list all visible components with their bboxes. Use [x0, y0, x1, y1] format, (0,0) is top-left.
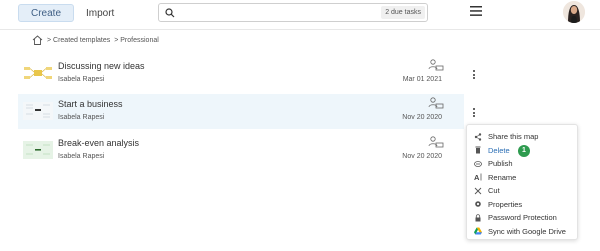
breadcrumb: > Created templates > Professional	[32, 34, 159, 46]
menu-item-label: Delete	[488, 145, 510, 155]
menu-item-label: Sync with Google Drive	[488, 226, 566, 236]
file-author: Isabela Rapesi	[58, 153, 105, 160]
menu-item-rename[interactable]: A Rename	[467, 171, 577, 185]
menu-item-label: Cut	[488, 186, 500, 196]
file-date: Nov 20 2020	[402, 114, 442, 121]
cut-icon	[474, 187, 482, 195]
import-button[interactable]: Import	[86, 4, 114, 22]
trash-icon	[474, 146, 482, 154]
share-icon	[474, 133, 482, 141]
publish-icon	[474, 160, 482, 168]
menu-item-label: Share this map	[488, 132, 539, 142]
menu-item-share[interactable]: Share this map	[467, 130, 577, 144]
menu-item-cut[interactable]: Cut	[467, 184, 577, 198]
menu-item-label: Publish	[488, 159, 513, 169]
file-row[interactable]: Break-even analysis Isabela Rapesi Nov 2…	[18, 133, 464, 168]
google-drive-icon	[474, 227, 482, 235]
file-date: Nov 20 2020	[402, 153, 442, 160]
breadcrumb-professional[interactable]: > Professional	[114, 37, 159, 44]
shared-users-icon	[428, 97, 444, 109]
search-input[interactable]: 2 due tasks	[158, 3, 428, 22]
file-options-kebab-icon[interactable]	[471, 108, 477, 120]
gear-icon	[474, 200, 482, 208]
menu-item-label: Password Protection	[488, 213, 557, 223]
menu-item-properties[interactable]: Properties	[467, 198, 577, 212]
rename-icon: A	[474, 173, 482, 181]
shared-users-icon	[428, 59, 444, 71]
due-tasks-badge[interactable]: 2 due tasks	[381, 6, 425, 19]
menu-item-password-protection[interactable]: Password Protection	[467, 211, 577, 225]
menu-item-label: Properties	[488, 199, 523, 209]
hamburger-menu-icon[interactable]	[470, 6, 482, 16]
shared-users-icon	[428, 136, 444, 148]
file-author: Isabela Rapesi	[58, 76, 105, 83]
map-thumbnail-icon	[24, 67, 52, 79]
file-context-menu: Share this map Delete 1 Publish A Rename…	[466, 124, 578, 240]
file-title[interactable]: Discussing new ideas	[58, 61, 145, 71]
file-row[interactable]: Discussing new ideas Isabela Rapesi Mar …	[18, 56, 464, 91]
search-icon	[165, 8, 175, 18]
user-avatar[interactable]	[563, 1, 585, 23]
home-icon[interactable]	[32, 35, 43, 45]
menu-item-delete[interactable]: Delete 1	[467, 144, 577, 158]
file-title[interactable]: Break-even analysis	[58, 138, 139, 148]
create-button[interactable]: Create	[18, 4, 74, 22]
menu-item-label: Rename	[488, 172, 517, 182]
file-row-selected[interactable]: Start a business Isabela Rapesi Nov 20 2…	[18, 94, 464, 129]
file-options-kebab-icon[interactable]	[471, 70, 477, 82]
file-title[interactable]: Start a business	[58, 99, 123, 109]
svg-text:A: A	[474, 173, 480, 181]
menu-item-publish[interactable]: Publish	[467, 157, 577, 171]
menu-item-sync-google-drive[interactable]: Sync with Google Drive	[467, 225, 577, 239]
file-author: Isabela Rapesi	[58, 114, 105, 121]
header-divider	[0, 29, 600, 30]
map-thumbnail-icon	[23, 141, 53, 159]
step-number-badge: 1	[518, 144, 530, 157]
breadcrumb-created-templates[interactable]: > Created templates	[47, 37, 110, 44]
file-date: Mar 01 2021	[402, 76, 442, 83]
map-thumbnail-icon	[23, 102, 53, 120]
lock-icon	[474, 214, 482, 222]
top-toolbar: Create Import 2 due tasks	[0, 0, 600, 28]
